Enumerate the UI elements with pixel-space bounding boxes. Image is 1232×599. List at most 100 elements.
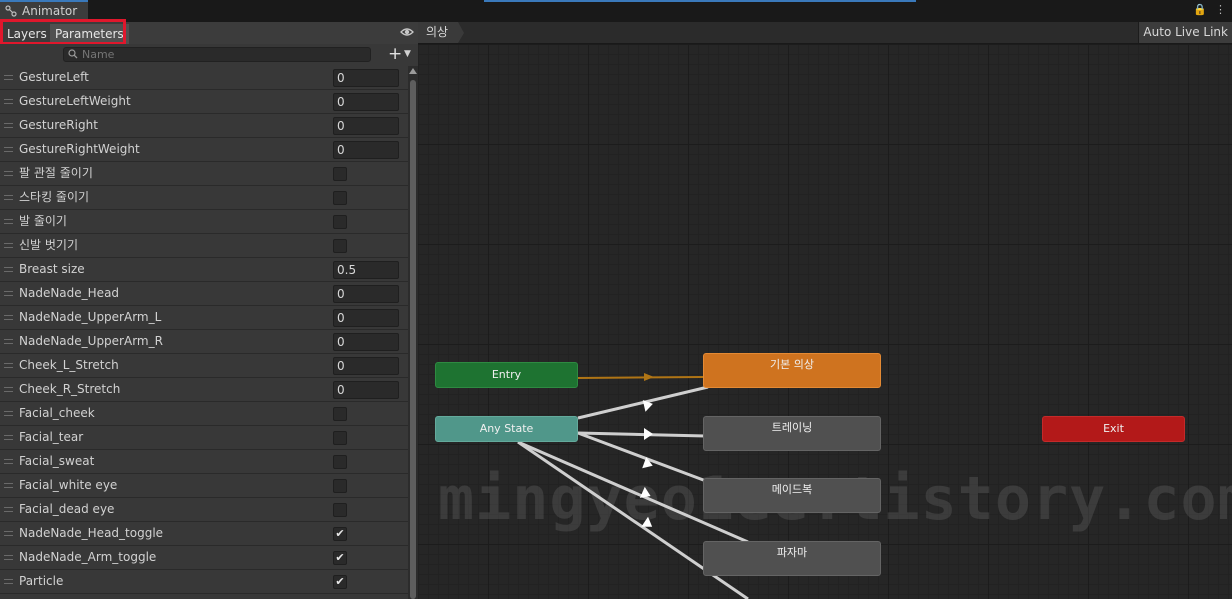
parameter-row[interactable]: Facial_dead eye <box>0 498 408 522</box>
drag-handle-icon[interactable] <box>4 219 13 224</box>
parameter-row[interactable]: 발 줄이기 <box>0 210 408 234</box>
animator-window-tab[interactable]: Animator <box>0 0 88 22</box>
parameter-name[interactable]: 팔 관절 줄이기 <box>19 162 93 185</box>
parameter-name[interactable]: Breast size <box>19 258 85 281</box>
parameter-row[interactable]: 스타킹 줄이기 <box>0 186 408 210</box>
parameter-row[interactable]: Cheek_L_Stretch 0 <box>0 354 408 378</box>
parameter-checkbox[interactable] <box>333 455 347 469</box>
drag-handle-icon[interactable] <box>4 147 13 152</box>
parameter-row[interactable]: GestureLeft 0 <box>0 66 408 90</box>
parameter-row[interactable]: Particle ✔ <box>0 570 408 594</box>
parameter-name[interactable]: GestureRightWeight <box>19 138 140 161</box>
parameter-row[interactable]: GestureRight 0 <box>0 114 408 138</box>
parameter-name[interactable]: 스타킹 줄이기 <box>19 186 89 209</box>
state-training[interactable]: 트레이닝 <box>703 416 881 451</box>
more-options-icon[interactable]: ⋮ <box>1215 4 1226 16</box>
state-maid-outfit[interactable]: 메이드복 <box>703 478 881 513</box>
parameter-name[interactable]: 신발 벗기기 <box>19 234 78 257</box>
add-parameter-button[interactable]: + <box>388 45 402 63</box>
parameter-row[interactable]: Facial_white eye <box>0 474 408 498</box>
drag-handle-icon[interactable] <box>4 243 13 248</box>
parameter-row[interactable]: Facial_tear <box>0 426 408 450</box>
parameter-value-field[interactable]: 0.5 <box>333 261 399 279</box>
parameter-row[interactable]: Facial_sweat <box>0 450 408 474</box>
parameter-name[interactable]: GestureLeftWeight <box>19 90 131 113</box>
parameter-row[interactable]: NadeNade_Head_toggle ✔ <box>0 522 408 546</box>
drag-handle-icon[interactable] <box>4 315 13 320</box>
parameter-row[interactable]: GestureLeftWeight 0 <box>0 90 408 114</box>
parameter-row[interactable]: Breast size 0.5 <box>0 258 408 282</box>
scroll-thumb[interactable] <box>410 80 416 599</box>
parameter-checkbox[interactable] <box>333 479 347 493</box>
exit-node[interactable]: Exit <box>1042 416 1185 442</box>
drag-handle-icon[interactable] <box>4 339 13 344</box>
parameter-value-field[interactable]: 0 <box>333 93 399 111</box>
drag-handle-icon[interactable] <box>4 459 13 464</box>
parameter-name[interactable]: Facial_cheek <box>19 402 95 425</box>
parameter-value-field[interactable]: 0 <box>333 69 399 87</box>
parameter-row[interactable]: Facial_cheek <box>0 402 408 426</box>
entry-node[interactable]: Entry <box>435 362 578 388</box>
parameter-name[interactable]: Facial_white eye <box>19 474 117 497</box>
drag-handle-icon[interactable] <box>4 507 13 512</box>
parameter-checkbox[interactable] <box>333 167 347 181</box>
parameter-checkbox[interactable]: ✔ <box>333 527 347 541</box>
drag-handle-icon[interactable] <box>4 411 13 416</box>
parameter-name[interactable]: Facial_tear <box>19 426 83 449</box>
parameter-name[interactable]: GestureLeft <box>19 66 89 89</box>
parameter-name[interactable]: Facial_sweat <box>19 450 94 473</box>
drag-handle-icon[interactable] <box>4 267 13 272</box>
parameter-name[interactable]: NadeNade_Head_toggle <box>19 522 163 545</box>
parameter-name[interactable]: NadeNade_Arm_toggle <box>19 546 156 569</box>
parameter-row[interactable]: NadeNade_UpperArm_L 0 <box>0 306 408 330</box>
parameter-row[interactable]: 신발 벗기기 <box>0 234 408 258</box>
parameter-name[interactable]: 발 줄이기 <box>19 210 67 233</box>
parameter-value-field[interactable]: 0 <box>333 357 399 375</box>
layer-breadcrumb[interactable]: 의상 <box>418 22 465 43</box>
drag-handle-icon[interactable] <box>4 99 13 104</box>
drag-handle-icon[interactable] <box>4 75 13 80</box>
parameter-row[interactable]: 팔 관절 줄이기 <box>0 162 408 186</box>
parameter-value-field[interactable]: 0 <box>333 117 399 135</box>
search-input[interactable] <box>82 48 362 61</box>
parameter-name[interactable]: NadeNade_UpperArm_R <box>19 330 163 353</box>
parameter-name[interactable]: Facial_dead eye <box>19 498 114 521</box>
parameter-row[interactable]: NadeNade_UpperArm_R 0 <box>0 330 408 354</box>
drag-handle-icon[interactable] <box>4 579 13 584</box>
drag-handle-icon[interactable] <box>4 387 13 392</box>
drag-handle-icon[interactable] <box>4 291 13 296</box>
parameter-name[interactable]: GestureRight <box>19 114 98 137</box>
parameter-name[interactable]: Cheek_L_Stretch <box>19 354 119 377</box>
parameter-checkbox[interactable]: ✔ <box>333 551 347 565</box>
drag-handle-icon[interactable] <box>4 483 13 488</box>
parameter-checkbox[interactable] <box>333 431 347 445</box>
parameter-value-field[interactable]: 0 <box>333 333 399 351</box>
parameter-value-field[interactable]: 0 <box>333 141 399 159</box>
parameter-name[interactable]: Particle <box>19 570 63 593</box>
parameter-row[interactable]: NadeNade_Head 0 <box>0 282 408 306</box>
parameter-name[interactable]: Cheek_R_Stretch <box>19 378 120 401</box>
drag-handle-icon[interactable] <box>4 123 13 128</box>
parameter-checkbox[interactable] <box>333 191 347 205</box>
parameter-row[interactable]: NadeNade_Arm_toggle ✔ <box>0 546 408 570</box>
parameter-value-field[interactable]: 0 <box>333 285 399 303</box>
parameter-value-field[interactable]: 0 <box>333 309 399 327</box>
parameter-checkbox[interactable] <box>333 407 347 421</box>
scroll-up-arrow-icon[interactable] <box>409 68 417 74</box>
state-machine-graph[interactable]: mingyeo1ee.tistory.com Entry Any State E… <box>418 44 1232 599</box>
parameter-name[interactable]: NadeNade_Head <box>19 282 119 305</box>
any-state-node[interactable]: Any State <box>435 416 578 442</box>
drag-handle-icon[interactable] <box>4 555 13 560</box>
eye-icon[interactable] <box>400 26 414 38</box>
drag-handle-icon[interactable] <box>4 363 13 368</box>
lock-icon[interactable]: 🔒 <box>1193 4 1207 16</box>
parameter-row[interactable]: Cheek_R_Stretch 0 <box>0 378 408 402</box>
tab-parameters[interactable]: Parameters <box>50 24 129 44</box>
chevron-down-icon[interactable]: ▼ <box>404 49 411 59</box>
drag-handle-icon[interactable] <box>4 531 13 536</box>
drag-handle-icon[interactable] <box>4 435 13 440</box>
tab-layers[interactable]: Layers <box>2 24 52 44</box>
drag-handle-icon[interactable] <box>4 195 13 200</box>
parameter-checkbox[interactable] <box>333 239 347 253</box>
parameter-scrollbar[interactable] <box>408 66 418 599</box>
